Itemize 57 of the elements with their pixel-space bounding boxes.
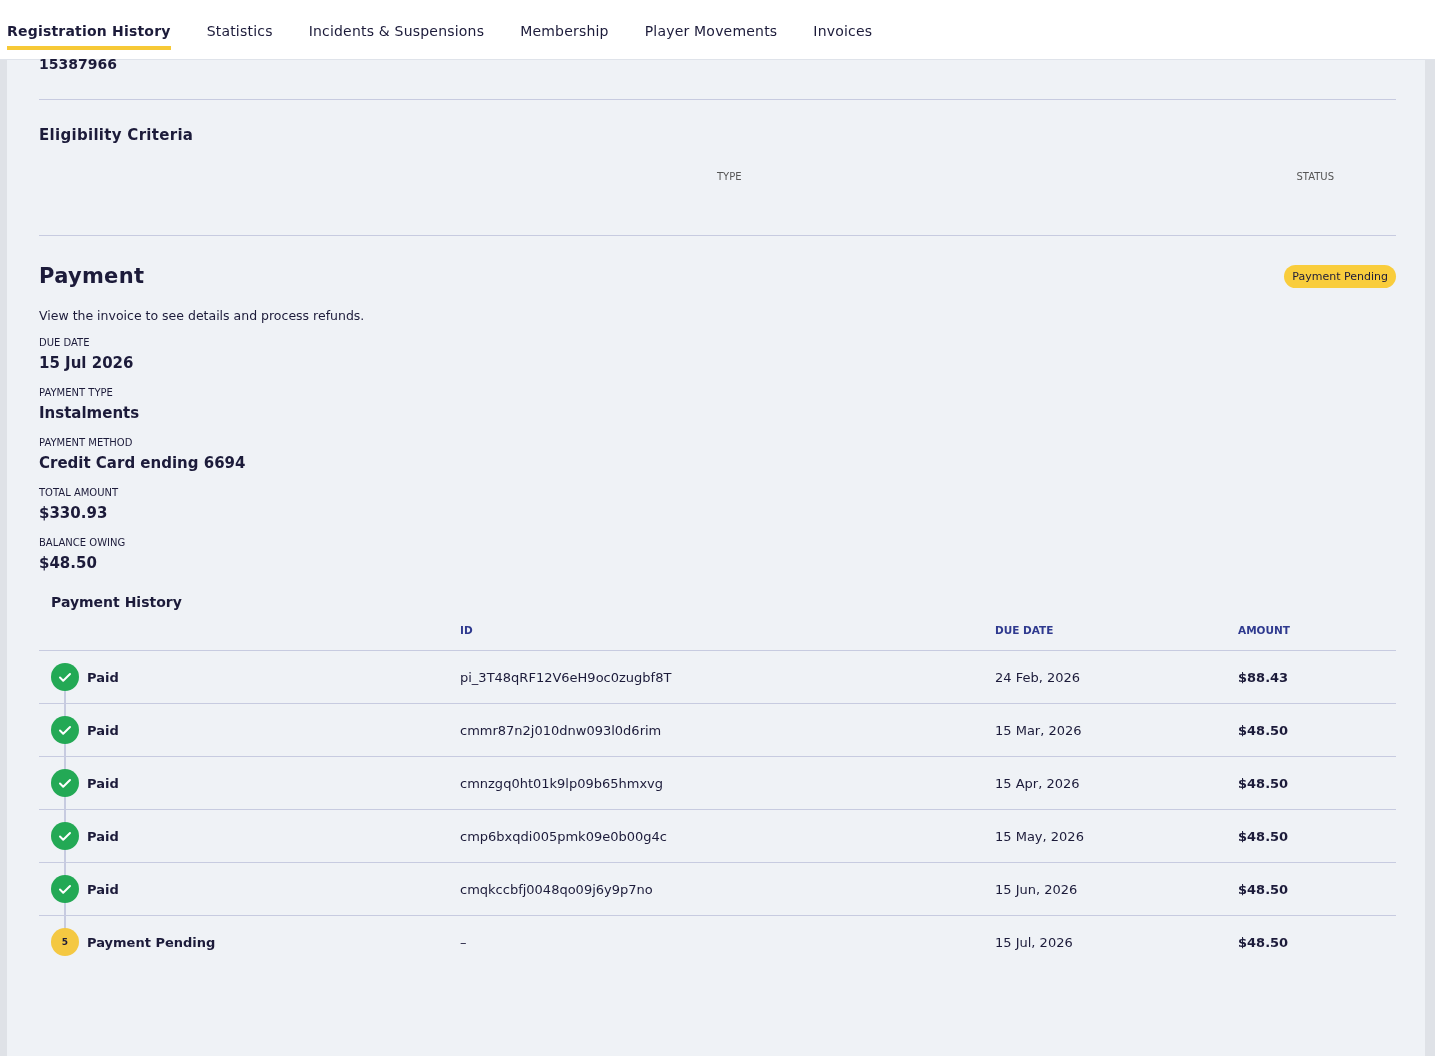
column-header: DUE DATE (995, 624, 1055, 636)
table-cell-text: 15 May, 2026 (995, 828, 1085, 844)
payment-status: Paid (87, 722, 119, 738)
check-circle-icon (51, 716, 79, 744)
tab[interactable]: Incidents & Suspensions (308, 15, 485, 50)
step-number: 5 (51, 928, 79, 956)
table-cell-text: $48.50 (1238, 881, 1290, 897)
field-value: 15 Jul 2026 (39, 354, 135, 372)
section-title: Eligibility Criteria (39, 126, 195, 144)
table-cell-text: 15 Mar, 2026 (995, 722, 1083, 738)
tab[interactable]: Registration History (7, 15, 171, 50)
table-cell-text: cmnzgq0ht01k9lp09b65hmxvg (460, 775, 665, 791)
field-label: TOTAL AMOUNT (39, 487, 120, 498)
payment-status: Paid (87, 881, 119, 897)
field-value: Instalments (39, 404, 141, 422)
table-cell-text: $48.50 (1238, 722, 1290, 738)
table-cell-text: $48.50 (1238, 934, 1290, 950)
field-label: BALANCE OWING (39, 537, 127, 548)
description: View the invoice to see details and process refunds. (39, 308, 366, 323)
payment-status: Paid (87, 828, 119, 844)
table-cell-text: 15 Jul, 2026 (995, 934, 1074, 950)
column-header: STATUS (1296, 171, 1334, 184)
field-label: DUE DATE (39, 337, 91, 348)
payment-status: Payment Pending (87, 934, 216, 950)
table-cell-text: 24 Feb, 2026 (995, 669, 1082, 685)
column-header: TYPE (717, 171, 742, 184)
table-cell-text: cmqkccbfj0048qo09j6y9p7no (460, 881, 654, 897)
check-circle-icon (51, 769, 79, 797)
table-cell-text: 15 Jun, 2026 (995, 881, 1079, 897)
check-circle-icon (51, 875, 79, 903)
registration-number: 15387966 (39, 56, 118, 72)
tab[interactable]: Player Movements (644, 15, 778, 50)
table-cell-text: 15 Apr, 2026 (995, 775, 1081, 791)
table-cell-text: – (460, 934, 468, 950)
table-cell-text: cmp6bxqdi005pmk09e0b00g4c (460, 828, 668, 844)
field-label: PAYMENT TYPE (39, 387, 114, 398)
table-cell-text: $88.43 (1238, 669, 1290, 685)
field-value: $48.50 (39, 554, 98, 572)
tab[interactable]: Invoices (813, 15, 873, 50)
tab[interactable]: Membership (520, 15, 609, 50)
table-cell-text: pi_3T48qRF12V6eH9oc0zugbf8T (460, 669, 673, 685)
table-cell-text: $48.50 (1238, 828, 1290, 844)
column-header: ID (460, 624, 474, 636)
check-circle-icon (51, 663, 79, 691)
section-title: Payment History (51, 594, 183, 610)
check-circle-icon (51, 822, 79, 850)
column-header: AMOUNT (1238, 624, 1291, 636)
field-value: $330.93 (39, 504, 109, 522)
section-title: Payment (39, 264, 145, 288)
payment-status: Paid (87, 775, 119, 791)
field-label: PAYMENT METHOD (39, 437, 134, 448)
tab[interactable]: Statistics (206, 15, 273, 50)
status-badge: Payment Pending (1284, 264, 1396, 288)
payment-status: Paid (87, 669, 119, 685)
field-value: Credit Card ending 6694 (39, 454, 247, 472)
table-cell-text: $48.50 (1238, 775, 1290, 791)
table-cell-text: cmmr87n2j010dnw093l0d6rim (460, 722, 663, 738)
